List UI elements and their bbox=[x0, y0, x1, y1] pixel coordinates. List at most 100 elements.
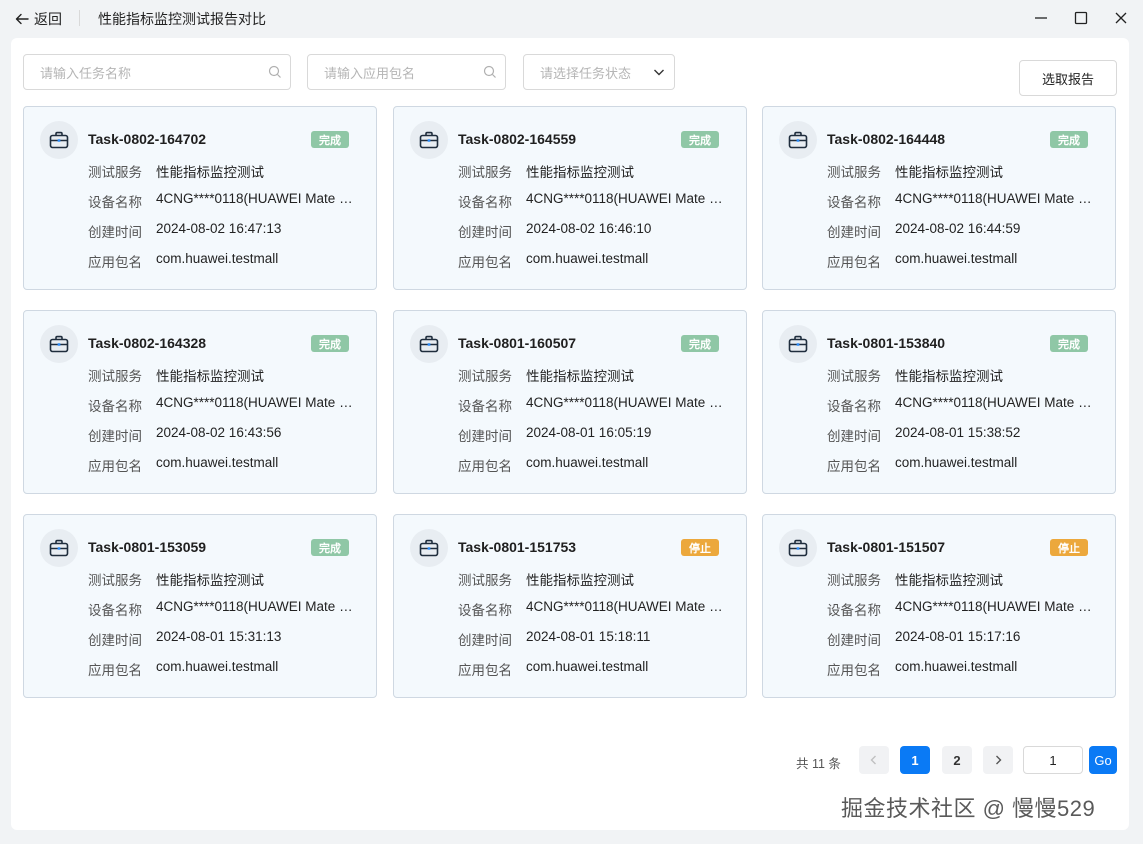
page-button-2[interactable]: 2 bbox=[942, 746, 972, 774]
task-card[interactable]: Task-0802-164448 完成 测试服务 性能指标监控测试 设备名称 4CNG**… bbox=[762, 106, 1116, 290]
device-label: 设备名称 bbox=[88, 195, 142, 210]
task-name: Task-0802-164702 bbox=[88, 131, 207, 147]
task-name-placeholder: 请输入任务名称 bbox=[40, 65, 132, 81]
info-row-created: 创建时间 2024-08-02 16:44:59 bbox=[827, 221, 1020, 241]
service-label: 测试服务 bbox=[458, 369, 512, 384]
task-card[interactable]: Task-0802-164328 完成 测试服务 性能指标监控测试 设备名称 4CNG**… bbox=[23, 310, 377, 494]
service-label: 测试服务 bbox=[827, 573, 881, 588]
info-row-created: 创建时间 2024-08-02 16:43:56 bbox=[88, 425, 281, 445]
task-card[interactable]: Task-0801-160507 完成 测试服务 性能指标监控测试 设备名称 4CNG**… bbox=[393, 310, 747, 494]
service-value: 性能指标监控测试 bbox=[156, 573, 264, 588]
package-value: com.huawei.testmall bbox=[526, 251, 649, 266]
package-label: 应用包名 bbox=[458, 459, 512, 474]
task-name-search-input[interactable]: 请输入任务名称 bbox=[23, 54, 291, 90]
chevron-down-icon bbox=[644, 65, 674, 79]
minimize-icon bbox=[1035, 17, 1047, 19]
info-row-device: 设备名称 4CNG****0118(HUAWEI Mate 60 Pro) bbox=[827, 395, 1097, 415]
info-row-package: 应用包名 com.huawei.testmall bbox=[88, 251, 278, 271]
briefcase-icon bbox=[779, 325, 817, 363]
maximize-icon bbox=[1074, 11, 1088, 25]
chevron-right-icon bbox=[996, 755, 1002, 765]
created-value: 2024-08-02 16:43:56 bbox=[156, 425, 282, 440]
package-search-input[interactable]: 请输入应用包名 bbox=[307, 54, 506, 90]
info-row-device: 设备名称 4CNG****0118(HUAWEI Mate 60 Pro) bbox=[88, 395, 358, 415]
package-value: com.huawei.testmall bbox=[895, 251, 1018, 266]
next-page-button[interactable] bbox=[983, 746, 1013, 774]
close-icon bbox=[1115, 12, 1127, 24]
info-row-device: 设备名称 4CNG****0118(HUAWEI Mate 60 Pro) bbox=[88, 599, 358, 619]
device-label: 设备名称 bbox=[458, 195, 512, 210]
page-jump-input[interactable]: 1 bbox=[1023, 746, 1083, 774]
window-title: 性能指标监控测试报告对比 bbox=[98, 11, 266, 27]
device-value: 4CNG****0118(HUAWEI Mate 60 Pro) bbox=[526, 395, 728, 410]
package-label: 应用包名 bbox=[827, 663, 881, 678]
package-value: com.huawei.testmall bbox=[895, 659, 1018, 674]
info-row-service: 测试服务 性能指标监控测试 bbox=[458, 161, 634, 181]
info-row-package: 应用包名 com.huawei.testmall bbox=[88, 659, 278, 679]
status-select[interactable]: 请选择任务状态 bbox=[523, 54, 675, 90]
device-value: 4CNG****0118(HUAWEI Mate 60 Pro) bbox=[156, 395, 358, 410]
task-card[interactable]: Task-0801-153059 完成 测试服务 性能指标监控测试 设备名称 4CNG**… bbox=[23, 514, 377, 698]
close-button[interactable] bbox=[1112, 9, 1130, 27]
info-row-service: 测试服务 性能指标监控测试 bbox=[458, 569, 634, 589]
package-label: 应用包名 bbox=[827, 255, 881, 270]
created-value: 2024-08-02 16:47:13 bbox=[156, 221, 282, 236]
package-value: com.huawei.testmall bbox=[895, 455, 1018, 470]
task-name: Task-0801-151507 bbox=[827, 539, 946, 555]
service-value: 性能指标监控测试 bbox=[895, 573, 1003, 588]
info-row-device: 设备名称 4CNG****0118(HUAWEI Mate 60 Pro) bbox=[827, 599, 1097, 619]
package-label: 应用包名 bbox=[88, 459, 142, 474]
search-icon bbox=[475, 65, 505, 79]
back-button[interactable]: 返回 bbox=[14, 9, 62, 29]
go-button[interactable]: Go bbox=[1089, 746, 1117, 774]
status-badge: 停止 bbox=[1050, 539, 1088, 556]
search-icon bbox=[260, 65, 290, 79]
service-label: 测试服务 bbox=[827, 369, 881, 384]
task-card[interactable]: Task-0801-153840 完成 测试服务 性能指标监控测试 设备名称 4CNG**… bbox=[762, 310, 1116, 494]
select-report-button[interactable]: 选取报告 bbox=[1019, 60, 1117, 96]
chevron-left-icon bbox=[870, 755, 876, 765]
task-card[interactable]: Task-0802-164559 完成测试服务 性能指标监控测试设备名称 4CNG**… bbox=[393, 106, 747, 290]
created-label: 创建时间 bbox=[458, 633, 512, 648]
device-value: 4CNG****0118(HUAWEI Mate 60 Pro) bbox=[895, 191, 1097, 206]
status-placeholder: 请选择任务状态 bbox=[540, 65, 632, 81]
task-name: Task-0801-153840 bbox=[827, 335, 946, 351]
task-card[interactable]: Task-0801-151753 停止 测试服务 性能指标监控测试 设备名称 4CNG**… bbox=[393, 514, 747, 698]
service-value: 性能指标监控测试 bbox=[895, 165, 1003, 180]
service-label: 测试服务 bbox=[88, 369, 142, 384]
briefcase-icon bbox=[410, 121, 448, 159]
info-row-service: 测试服务 性能指标监控测试 bbox=[88, 365, 264, 385]
briefcase-icon bbox=[40, 529, 78, 567]
info-row-service: 测试服务 性能指标监控测试 bbox=[827, 161, 1003, 181]
service-value: 性能指标监控测试 bbox=[156, 369, 264, 384]
device-label: 设备名称 bbox=[88, 399, 142, 414]
package-value: com.huawei.testmall bbox=[526, 455, 649, 470]
device-value: 4CNG****0118(HUAWEI Mate 60 Pro) bbox=[526, 191, 728, 206]
package-label: 应用包名 bbox=[88, 663, 142, 678]
info-row-package: 应用包名 com.huawei.testmall bbox=[88, 455, 278, 475]
task-name: Task-0802-164448 bbox=[827, 131, 946, 147]
maximize-button[interactable] bbox=[1072, 9, 1090, 27]
info-row-service: 测试服务 性能指标监控测试 bbox=[88, 161, 264, 181]
device-value: 4CNG****0118(HUAWEI Mate 60 Pro) bbox=[895, 599, 1097, 614]
pagination-total: 共 11 条 bbox=[796, 757, 841, 771]
briefcase-icon bbox=[40, 121, 78, 159]
created-label: 创建时间 bbox=[827, 225, 881, 240]
minimize-button[interactable] bbox=[1032, 9, 1050, 27]
device-value: 4CNG****0118(HUAWEI Mate 60 Pro) bbox=[156, 191, 358, 206]
task-card[interactable]: Task-0801-151507 停止测试服务 性能指标监控测试设备名称 4CNG**… bbox=[762, 514, 1116, 698]
task-name: Task-0802-164559 bbox=[458, 131, 577, 147]
info-row-service: 测试服务 性能指标监控测试 bbox=[827, 569, 1003, 589]
task-card[interactable]: Task-0802-164702 完成 测试服务 性能指标监控测试 设备名称 4CNG**… bbox=[23, 106, 377, 290]
created-value: 2024-08-02 16:46:10 bbox=[526, 221, 652, 236]
package-label: 应用包名 bbox=[458, 255, 512, 270]
prev-page-button[interactable] bbox=[859, 746, 889, 774]
info-row-package: 应用包名 com.huawei.testmall bbox=[827, 251, 1017, 271]
device-value: 4CNG****0118(HUAWEI Mate 60 Pro) bbox=[526, 599, 728, 614]
briefcase-icon bbox=[410, 325, 448, 363]
page-button-1[interactable]: 1 bbox=[900, 746, 930, 774]
status-badge: 完成 bbox=[681, 131, 719, 148]
created-label: 创建时间 bbox=[827, 429, 881, 444]
package-value: com.huawei.testmall bbox=[156, 251, 279, 266]
info-row-device: 设备名称 4CNG****0118(HUAWEI Mate 60 Pro) bbox=[88, 191, 358, 211]
